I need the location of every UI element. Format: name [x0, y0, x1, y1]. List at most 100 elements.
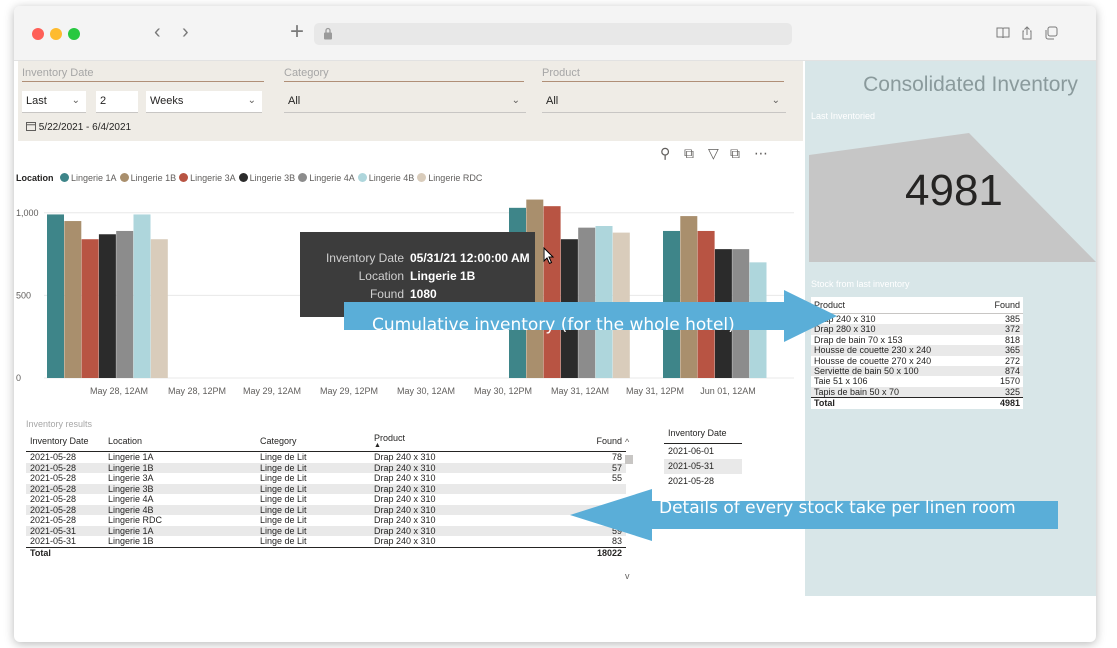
product-cell: Drap 240 x 310 — [374, 473, 436, 483]
date-cell: 2021-05-28 — [30, 452, 77, 462]
x-tick-label: May 29, 12PM — [320, 386, 378, 396]
product-cell: Drap 240 x 310 — [370, 525, 580, 536]
column-header-found[interactable]: Found — [580, 431, 626, 452]
more-options-icon[interactable]: ⋯ — [754, 145, 768, 162]
chevron-right-icon[interactable]: › — [182, 21, 189, 44]
stock-table: Product Found Drap 240 x 310 385 Drap 280 … — [811, 297, 1023, 409]
table-row[interactable]: 2021-05-28 Lingerie 1A Linge de Lit Drap 24… — [26, 452, 626, 463]
date-range[interactable]: 5/22/2021 - 6/4/2021 — [26, 121, 131, 133]
date-option[interactable]: 2021-05-31 — [664, 459, 742, 474]
reader-icon[interactable] — [996, 26, 1010, 40]
legend-item[interactable]: Lingerie 3B — [238, 173, 295, 183]
table-row[interactable]: 2021-05-28 Lingerie 4B Linge de Lit Drap 24… — [26, 504, 626, 515]
location-cell: Lingerie 3B — [104, 483, 256, 494]
table-row[interactable]: 2021-05-31 Lingerie 1B Linge de Lit Drap 24… — [26, 536, 626, 547]
date-unit-dropdown[interactable]: Weeks ⌄ — [146, 91, 262, 113]
column-header-inventory-date[interactable]: Inventory Date — [26, 431, 104, 452]
tooltip-value: 05/31/21 12:00:00 AM — [410, 251, 530, 265]
table-row[interactable]: Drap de bain 70 x 153 818 — [811, 335, 1023, 345]
product-cell: Drap 240 x 310 — [374, 515, 436, 525]
product-cell: Drap 240 x 310 — [374, 452, 436, 462]
category-dropdown[interactable]: All ⌄ — [284, 91, 526, 113]
legend-item[interactable]: Lingerie 3A — [179, 173, 236, 183]
product-cell: Drap 240 x 310 — [374, 494, 436, 504]
chart-bar[interactable] — [47, 214, 64, 378]
found-cell: 385 — [1004, 314, 1020, 324]
legend-item[interactable]: Lingerie 1B — [119, 173, 176, 183]
date-unit-value: Weeks — [150, 95, 184, 107]
scroll-down-icon[interactable]: v — [625, 571, 630, 581]
tabs-icon[interactable] — [1044, 26, 1058, 40]
address-bar[interactable] — [314, 23, 792, 45]
table-row[interactable]: Taie 51 x 106 1570 — [811, 376, 1023, 386]
table-row[interactable]: Housse de couette 270 x 240 272 — [811, 356, 1023, 366]
table-row[interactable]: Drap 280 x 310 372 — [811, 324, 1023, 335]
sort-ascending-icon: ▲ — [374, 442, 381, 449]
category-cell: Linge de Lit — [260, 536, 307, 546]
focus-mode-icon[interactable]: ⧉ — [730, 145, 740, 162]
total-empty-cell — [104, 546, 256, 558]
category-cell: Linge de Lit — [256, 525, 370, 536]
scrollbar-thumb[interactable] — [625, 455, 633, 464]
column-header-location[interactable]: Location — [104, 431, 256, 452]
table-row[interactable]: 2021-05-28 Lingerie RDC Linge de Lit Drap 2… — [26, 515, 626, 526]
legend-label: Lingerie 4B — [368, 173, 415, 183]
date-cell: 2021-05-28 — [26, 462, 104, 473]
column-header-product[interactable]: Product ▲ — [370, 431, 580, 452]
legend-item[interactable]: Lingerie 1A — [60, 173, 117, 183]
legend-label: Lingerie RDC — [428, 173, 483, 183]
date-mode-dropdown[interactable]: Last ⌄ — [22, 91, 86, 113]
column-header-category[interactable]: Category — [256, 431, 370, 452]
total-empty-cell — [256, 546, 370, 558]
legend-item[interactable]: Lingerie RDC — [417, 173, 482, 183]
location-cell: Lingerie 4B — [104, 504, 256, 515]
table-row[interactable]: 2021-05-28 Lingerie 4A Linge de Lit Drap 24… — [26, 494, 626, 505]
date-option[interactable]: 2021-06-01 — [664, 444, 742, 459]
found-cell: 1570 — [999, 376, 1020, 387]
maximize-window-button[interactable] — [68, 28, 80, 40]
chart-bar[interactable] — [133, 214, 151, 378]
close-window-button[interactable] — [32, 28, 44, 40]
table-row[interactable]: 2021-05-31 Lingerie 1A Linge de Lit Drap 24… — [26, 525, 626, 536]
column-header-found[interactable]: Found — [979, 297, 1023, 314]
stock-table-title: Stock from last inventory — [811, 279, 910, 289]
total-row: Total 4981 — [811, 397, 1023, 409]
chart-bar[interactable] — [64, 221, 82, 378]
table-row[interactable]: Drap 240 x 310 385 — [811, 314, 1023, 325]
chart-bar[interactable] — [150, 239, 168, 378]
legend-title: Location — [16, 173, 54, 183]
table-row[interactable]: Serviette de bain 50 x 100 874 — [811, 366, 1023, 377]
found-cell: 55 — [611, 473, 622, 483]
filter-icon[interactable]: ▽ — [708, 145, 719, 162]
date-count-input[interactable]: 2 — [96, 91, 138, 113]
table-row[interactable]: Housse de couette 230 x 240 365 — [811, 345, 1023, 356]
copy-icon[interactable]: ⧉ — [684, 145, 694, 162]
chevron-down-icon: ⌄ — [511, 95, 520, 106]
date-option[interactable]: 2021-05-28 — [664, 474, 742, 489]
inventory-date-list-slicer: Inventory Date 2021-06-01 2021-05-31 2021-… — [664, 426, 742, 489]
date-cell: 2021-05-28 — [30, 515, 77, 525]
table-row[interactable]: 2021-05-28 Lingerie 1B Linge de Lit Drap 24… — [26, 462, 626, 473]
table-row[interactable]: 2021-05-28 Lingerie 3B Linge de Lit Drap 24… — [26, 483, 626, 494]
chart-bar[interactable] — [98, 234, 116, 378]
legend-item[interactable]: Lingerie 4B — [357, 173, 415, 183]
kpi-value: 4981 — [905, 166, 1003, 215]
share-icon[interactable] — [1020, 26, 1034, 40]
product-dropdown[interactable]: All ⌄ — [542, 91, 786, 113]
calendar-icon — [26, 122, 36, 131]
pin-icon[interactable]: ⚲ — [660, 145, 670, 162]
chart-bar[interactable] — [81, 239, 99, 378]
date-list-header[interactable]: Inventory Date — [664, 426, 742, 444]
location-cell: Lingerie 1A — [108, 452, 154, 462]
chart-bar[interactable] — [116, 230, 134, 378]
location-cell: Lingerie 1B — [104, 462, 256, 473]
chevron-left-icon[interactable]: ‹ — [154, 21, 161, 44]
legend-item[interactable]: Lingerie 4A — [298, 173, 355, 183]
plus-icon[interactable]: + — [290, 18, 304, 46]
table-row[interactable]: Tapis de bain 50 x 70 325 — [811, 386, 1023, 398]
scroll-up-icon[interactable]: ^ — [625, 437, 629, 447]
minimize-window-button[interactable] — [50, 28, 62, 40]
table-row[interactable]: 2021-05-28 Lingerie 3A Linge de Lit Drap 24… — [26, 473, 626, 484]
date-cell: 2021-05-28 — [30, 494, 77, 504]
x-tick-label: May 30, 12PM — [474, 386, 532, 396]
